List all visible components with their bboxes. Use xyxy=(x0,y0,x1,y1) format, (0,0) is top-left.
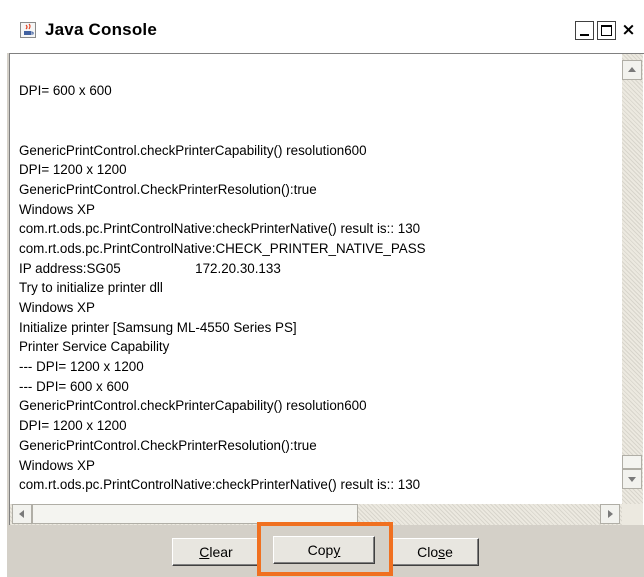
console-line: Windows XP xyxy=(19,300,95,315)
console-line: --- DPI= 1200 x 1200 xyxy=(19,359,144,375)
console-line: Try to initialize printer dll xyxy=(19,280,163,296)
minimize-icon[interactable] xyxy=(575,21,594,40)
scroll-down-button[interactable] xyxy=(622,469,642,489)
java-cup-icon xyxy=(20,22,36,38)
close-button[interactable]: Close xyxy=(391,538,479,566)
console-line: Initialize printer [Samsung ML-4550 Seri… xyxy=(19,319,297,335)
button-panel: Clear Copy Close xyxy=(7,525,644,577)
scroll-up-button[interactable] xyxy=(622,60,642,80)
arrow-right-icon xyxy=(608,510,613,518)
console-line: GenericPrintControl.checkPrinterCapabili… xyxy=(19,398,367,414)
console-line: GenericPrintControl.CheckPrinterResoluti… xyxy=(19,437,317,453)
console-line: GenericPrintControl.CheckPrinterResoluti… xyxy=(19,181,317,197)
console-line: Printer Service Capability xyxy=(19,339,170,355)
arrow-up-icon xyxy=(628,67,636,72)
clear-button[interactable]: Clear xyxy=(172,538,260,566)
scroll-right-button[interactable] xyxy=(600,504,620,524)
close-icon[interactable]: × xyxy=(619,21,638,40)
copy-mnemonic: y xyxy=(333,542,341,558)
close-label-rest: e xyxy=(445,544,453,560)
console-line: Windows XP xyxy=(19,457,95,473)
scroll-left-button[interactable] xyxy=(12,504,32,524)
console-line: com.rt.ods.pc.PrintControlNative:checkPr… xyxy=(19,221,421,237)
console-line: GenericPrintControl.checkPrinterCapabili… xyxy=(19,142,367,158)
console-line: DPI= 1200 x 1200 xyxy=(19,418,127,434)
console-output-area[interactable]: DPI= 600 x 600 GenericPrintControl.check… xyxy=(9,53,644,525)
console-line: DPI= 1200 x 1200 xyxy=(19,162,127,178)
console-line-partial: DPI= 600 x 600 xyxy=(19,83,112,99)
console-line: IP address:SG05 172.20.30.133 xyxy=(19,260,281,276)
vertical-scroll-thumb[interactable] xyxy=(622,455,642,469)
horizontal-scroll-thumb[interactable] xyxy=(32,504,358,524)
maximize-icon[interactable] xyxy=(597,21,616,40)
copy-label: Cop xyxy=(307,542,334,558)
console-line: com.rt.ods.pc.PrintControlNative:CHECK_P… xyxy=(19,240,426,256)
title-bar[interactable]: Java Console × xyxy=(7,7,644,53)
console-text[interactable]: DPI= 600 x 600 GenericPrintControl.check… xyxy=(19,54,614,492)
arrow-down-icon xyxy=(628,477,636,482)
console-line: Windows XP xyxy=(19,201,95,217)
scrollbar-corner xyxy=(622,504,643,525)
console-line: com.rt.ods.pc.PrintControlNative:checkPr… xyxy=(19,477,421,492)
clear-mnemonic: C xyxy=(199,544,210,560)
clear-label: lear xyxy=(209,544,233,560)
window-title: Java Console xyxy=(45,20,158,39)
arrow-left-icon xyxy=(19,510,24,518)
console-line: --- DPI= 600 x 600 xyxy=(19,378,129,394)
java-console-window: Java Console × DPI= 600 x 600 GenericPri… xyxy=(6,6,644,577)
vertical-scrollbar[interactable] xyxy=(622,54,643,504)
close-label: Clo xyxy=(417,544,439,560)
horizontal-scrollbar[interactable] xyxy=(10,504,622,525)
copy-button[interactable]: Copy xyxy=(273,536,375,564)
